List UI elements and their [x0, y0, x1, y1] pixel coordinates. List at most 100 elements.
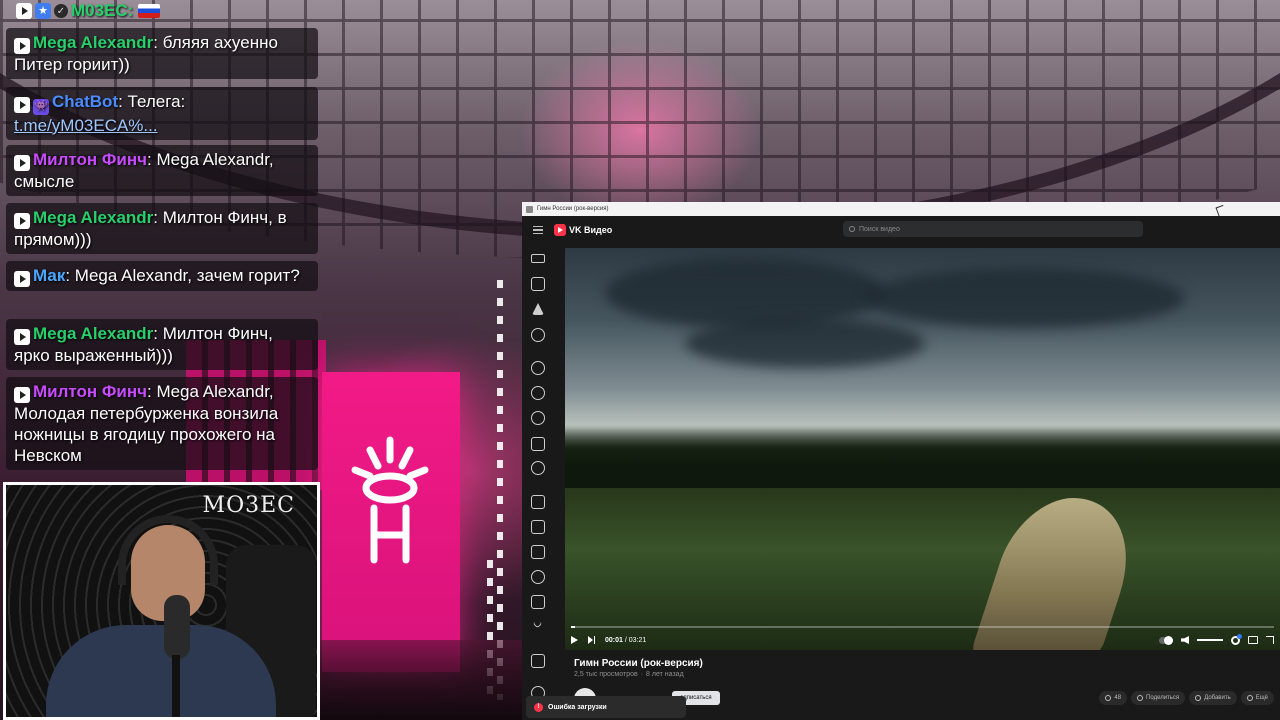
play-icon[interactable] — [571, 636, 578, 644]
video-title: Гимн России (рок-версия) — [574, 658, 703, 669]
search-input[interactable] — [859, 225, 1129, 233]
chat-username: M03EC: — [71, 1, 134, 20]
video-meta: 2,5 тыс просмотров · 8 лет назад — [574, 671, 684, 678]
like-count: 48 — [1114, 695, 1122, 701]
error-toast: ! Ошибка загрузки — [526, 696, 686, 718]
people-icon[interactable] — [531, 461, 545, 475]
streamer-body — [46, 625, 276, 717]
monitor-icon[interactable] — [531, 654, 545, 668]
duration: / 03:21 — [624, 636, 647, 644]
search-bar[interactable] — [843, 221, 1143, 237]
chat-username: Mega Alexandr — [33, 33, 154, 52]
youtube-badge-icon — [14, 97, 30, 113]
add-label: Добавить — [1204, 695, 1231, 701]
video-cloud — [865, 268, 1185, 328]
share-label: Поделиться — [1146, 695, 1180, 701]
stage-led-screen — [322, 372, 460, 672]
chat-username: Mega Alexandr — [33, 208, 154, 227]
chat-username: Милтон Финч — [33, 150, 147, 169]
star-badge-icon: ★ — [35, 3, 51, 19]
next-icon[interactable] — [588, 636, 595, 644]
time-display: 00:01 / 03:21 — [605, 637, 646, 644]
vk-video-window: Гимн России (рок-версия) VK Видео Поиск … — [522, 202, 1280, 720]
music-icon[interactable] — [531, 570, 545, 584]
plus-icon — [1195, 695, 1202, 701]
book-icon[interactable] — [531, 520, 545, 534]
chat-top-line: ★ ✓ M03EC: — [0, 0, 200, 22]
vk-video-logo-icon[interactable] — [554, 224, 566, 236]
tv-icon[interactable] — [531, 595, 545, 609]
stage-screen-figure — [351, 436, 429, 564]
player-controls-right — [1159, 633, 1274, 645]
chat-message: Mega Alexandr: Милтон Финч, ярко выражен… — [6, 319, 318, 370]
bolt-icon[interactable] — [532, 303, 544, 315]
history-icon[interactable] — [531, 361, 545, 375]
chat-username: Милтон Финч — [33, 382, 147, 401]
youtube-badge-icon — [14, 38, 30, 54]
video-progress-bar[interactable] — [571, 626, 1274, 628]
vk-brand[interactable]: VK Видео — [569, 225, 612, 235]
video-progress-fill — [571, 626, 575, 628]
search-icon — [849, 226, 855, 232]
volume-slider[interactable] — [1197, 639, 1223, 641]
player-controls: 00:01 / 03:21 — [565, 630, 1280, 650]
chat-text: : Телега: — [118, 92, 186, 111]
error-message: Ошибка загрузки — [548, 703, 607, 711]
fullscreen-icon[interactable] — [1266, 636, 1274, 644]
stage-light-column — [497, 280, 503, 700]
heart-icon[interactable] — [531, 411, 545, 425]
webcam-overlay: MO3EC — [3, 482, 320, 720]
chat-message: Мак: Mega Alexandr, зачем горит? — [6, 261, 318, 291]
youtube-badge-icon — [16, 3, 32, 19]
clock-icon[interactable] — [531, 386, 545, 400]
add-button[interactable]: Добавить — [1189, 691, 1237, 705]
translate-icon[interactable] — [531, 495, 545, 509]
window-titlebar[interactable]: Гимн России (рок-версия) — [522, 202, 1280, 216]
clapper-icon[interactable] — [531, 545, 545, 559]
more-label: Ещё — [1255, 695, 1268, 701]
more-icon — [1246, 695, 1253, 701]
more-button[interactable]: Ещё — [1240, 691, 1274, 705]
autoplay-toggle[interactable] — [1159, 635, 1173, 645]
menu-icon[interactable] — [522, 225, 554, 235]
chat-text: : Mega Alexandr, зачем горит? — [65, 266, 300, 285]
chevron-down-icon[interactable] — [532, 618, 543, 629]
picture-in-picture-icon[interactable] — [1248, 636, 1258, 644]
hd-badge — [1237, 633, 1242, 639]
youtube-badge-icon — [14, 329, 30, 345]
vk-header: VK Видео — [522, 216, 1280, 244]
russia-flag-icon — [138, 4, 161, 18]
upload-age: 8 лет назад — [646, 671, 684, 678]
chat-username: Mega Alexandr — [33, 324, 154, 343]
video-player[interactable]: 00:01 / 03:21 — [565, 248, 1280, 650]
bot-badge-icon: 👾 — [33, 98, 49, 115]
volume-icon[interactable] — [1181, 636, 1189, 644]
playlist-icon[interactable] — [531, 437, 545, 451]
home-icon[interactable] — [531, 277, 545, 291]
youtube-badge-icon — [14, 387, 30, 403]
live-icon[interactable] — [531, 254, 545, 263]
microphone-icon — [164, 595, 190, 659]
chat-username: Мак — [33, 266, 66, 285]
view-count: 2,5 тыс просмотров — [574, 671, 638, 678]
video-actions: 48 Поделиться Добавить Ещё — [1099, 691, 1274, 705]
concert-crowd — [320, 640, 530, 720]
video-cloud — [605, 258, 885, 328]
error-icon: ! — [534, 702, 543, 712]
chat-link[interactable]: t.me/yM03ECA%... — [14, 116, 158, 135]
video-cloud — [685, 318, 925, 368]
chat-message: Mega Alexandr: бляяя ахуенно Питер гории… — [6, 28, 318, 79]
chat-message: Милтон Финч: Mega Alexandr, Молодая пете… — [6, 377, 318, 470]
chat-message: Милтон Финч: Mega Alexandr, смысле — [6, 145, 318, 196]
share-button[interactable]: Поделиться — [1131, 691, 1186, 705]
hand-icon[interactable] — [531, 328, 545, 342]
like-button[interactable]: 48 — [1099, 691, 1128, 705]
chat-message: 👾 ChatBot: Телега: t.me/yM03ECA%... — [6, 87, 318, 140]
settings-gear-icon[interactable] — [1231, 633, 1242, 645]
window-title: Гимн России (рок-версия) — [537, 206, 609, 212]
youtube-badge-icon — [14, 155, 30, 171]
window-app-icon — [526, 205, 533, 213]
channel-logo: MO3EC — [202, 493, 295, 518]
video-forest — [565, 428, 1280, 488]
meta-separator: · — [640, 671, 644, 678]
